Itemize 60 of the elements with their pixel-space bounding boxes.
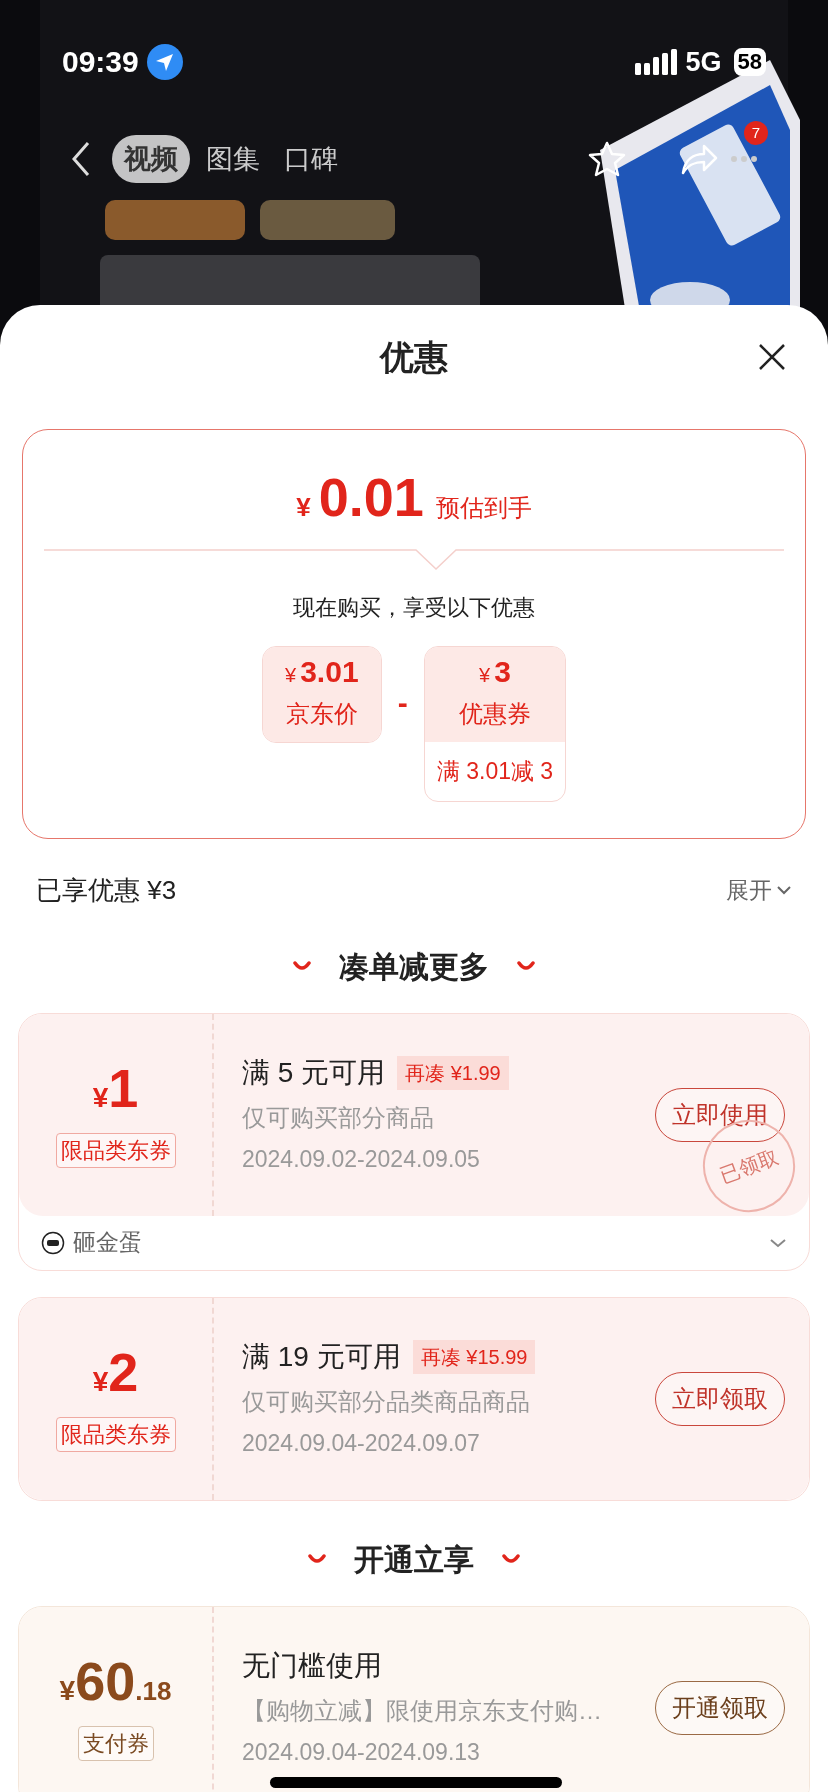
sheet-title: 优惠 — [380, 336, 448, 378]
remaining-amount: 再凑 ¥15.99 — [412, 1340, 536, 1375]
currency-symbol: ¥ — [59, 1675, 76, 1708]
enjoyed-discount: 已享优惠 ¥3 — [36, 873, 177, 907]
estimated-price: 0.01 — [318, 470, 424, 524]
coupon-action-button[interactable]: 立即使用 — [655, 1087, 785, 1142]
coupon-amount: 1 — [108, 1061, 139, 1115]
expand-toggle[interactable]: 展开 — [726, 872, 792, 908]
coupon-action-button[interactable]: 立即领取 — [655, 1371, 785, 1426]
coupon-tag: 限品类东券 — [55, 1133, 176, 1168]
media-tab[interactable]: 口碑 — [276, 134, 346, 184]
location-icon — [146, 44, 183, 80]
coupon-title: 满 5 元可用 — [242, 1056, 386, 1091]
media-tab[interactable]: 图集 — [198, 134, 268, 184]
amount: 3 — [494, 657, 511, 687]
currency-symbol: ¥ — [285, 663, 297, 688]
currency-symbol: ¥ — [92, 1082, 109, 1115]
smile-icon — [308, 1554, 326, 1564]
condition-text: 满 3.01减 3 — [436, 757, 554, 786]
amount: 3.01 — [300, 657, 359, 687]
currency-symbol: ¥ — [479, 663, 491, 688]
subtitle: 现在购买，享受以下优惠 — [293, 594, 535, 622]
currency-symbol: ¥ — [296, 491, 311, 524]
share-icon[interactable] — [680, 143, 718, 175]
section-heading: 开通立享 — [354, 1541, 474, 1578]
chevron-down-icon[interactable] — [769, 1237, 787, 1248]
star-icon[interactable] — [588, 141, 626, 177]
coupon-description: 仅可购买部分品类商品商品 — [242, 1387, 531, 1418]
smile-icon — [502, 1554, 520, 1564]
chevron-down-icon — [776, 885, 792, 895]
network-label: 5G — [685, 48, 722, 76]
minus-operator: - — [397, 685, 408, 721]
footer-label: 砸金蛋 — [73, 1228, 142, 1258]
signal-icon — [635, 49, 678, 75]
validity-dates: 2024.09.04-2024.09.13 — [242, 1738, 481, 1768]
coupon-amount: 60 — [75, 1654, 136, 1708]
back-icon[interactable] — [70, 141, 92, 177]
coupon-decimals: .18 — [135, 1675, 172, 1708]
validity-dates: 2024.09.04-2024.09.07 — [242, 1429, 481, 1459]
validity-dates: 2024.09.02-2024.09.05 — [242, 1145, 481, 1175]
coupon-tag: 支付券 — [77, 1726, 154, 1761]
smile-icon — [517, 961, 535, 971]
remaining-amount: 再凑 ¥1.99 — [397, 1056, 509, 1091]
status-time: 09:39 — [62, 47, 139, 77]
breakdown-label: 优惠券 — [459, 699, 531, 729]
coupon-description: 【购物立减】限使用京东支付购… — [242, 1696, 603, 1727]
currency-symbol: ¥ — [92, 1366, 109, 1399]
section-heading: 凑单减更多 — [339, 948, 489, 985]
smile-icon — [293, 961, 311, 971]
breakdown-label: 京东价 — [285, 699, 358, 729]
coupon-amount: 2 — [108, 1345, 139, 1399]
close-icon[interactable] — [758, 343, 786, 371]
coupon-tag: 限品类东券 — [55, 1417, 176, 1452]
coupon-title: 无门槛使用 — [242, 1649, 382, 1684]
price-note: 预估到手 — [435, 493, 532, 523]
battery-indicator: 58 — [733, 48, 766, 76]
coupon-description: 仅可购买部分商品 — [242, 1103, 435, 1134]
coupon-action-button[interactable]: 开通领取 — [655, 1680, 785, 1735]
more-icon[interactable] — [730, 155, 758, 163]
coupon-title: 满 19 元可用 — [242, 1340, 401, 1375]
